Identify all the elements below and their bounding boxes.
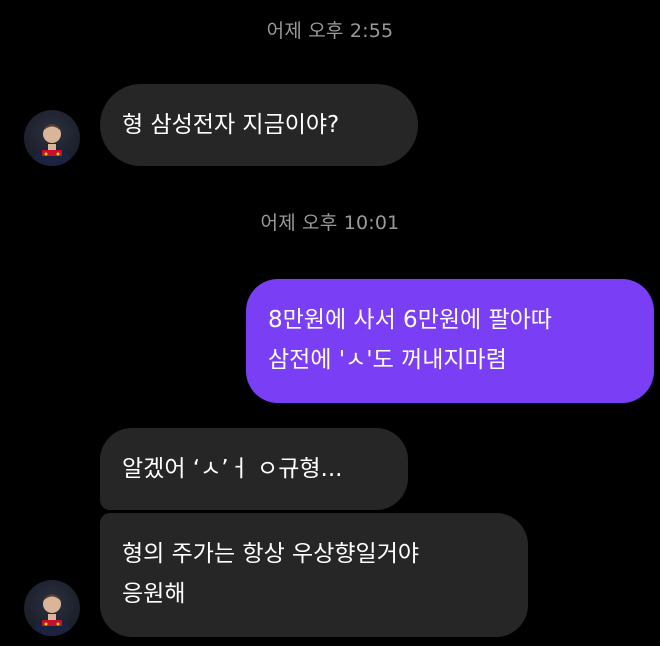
message-text: 형 삼성전자 지금이야? [122, 112, 340, 138]
message-bubble-incoming[interactable]: 형의 주가는 항상 우상향일거야 응원해 [100, 513, 528, 637]
message-text: 형의 주가는 항상 우상향일거야 [122, 541, 420, 567]
avatar[interactable] [24, 110, 80, 166]
message-bubble-incoming[interactable]: 형 삼성전자 지금이야? [100, 84, 418, 166]
message-text: 응원해 [122, 581, 186, 607]
message-text: 8만원에 사서 6만원에 팔아따 [268, 307, 552, 333]
avatar[interactable] [24, 580, 80, 636]
message-bubble-incoming[interactable]: 알겠어 ‘ㅅ’ㅓ ㅇ규형... [100, 428, 408, 510]
timestamp: 어제 오후 2:55 [266, 20, 394, 42]
profile-avatar-icon [30, 124, 74, 166]
timestamp: 어제 오후 10:01 [260, 212, 400, 234]
message-bubble-outgoing[interactable]: 8만원에 사서 6만원에 팔아따 삼전에 'ㅅ'도 꺼내지마렴 [246, 279, 654, 403]
profile-avatar-icon [30, 594, 74, 636]
message-text: 알겠어 ‘ㅅ’ㅓ ㅇ규형... [122, 456, 343, 482]
message-text: 삼전에 'ㅅ'도 꺼내지마렴 [268, 347, 507, 373]
